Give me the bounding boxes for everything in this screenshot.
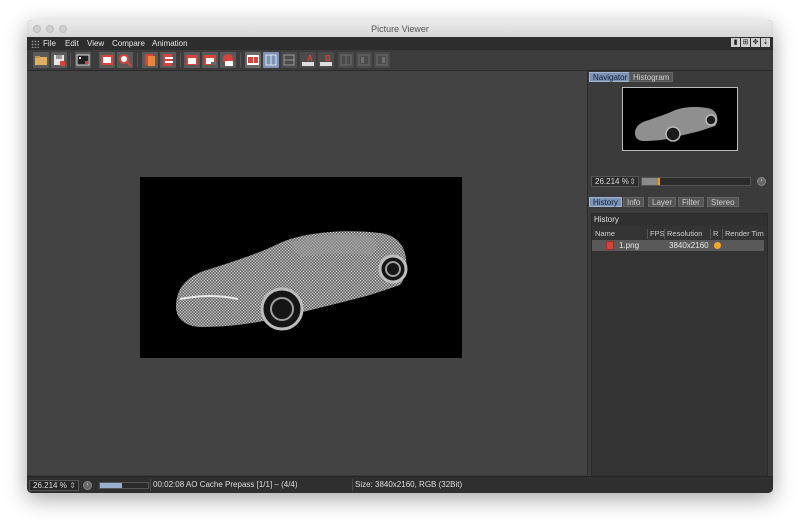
column-r[interactable]: R (713, 229, 718, 239)
history-header: History (592, 214, 767, 225)
render-status-dot (714, 242, 721, 249)
render-progress-fill (100, 483, 122, 488)
svg-text:B: B (325, 54, 331, 63)
window-title: Picture Viewer (371, 24, 429, 34)
a-b-compare-icon[interactable] (263, 52, 279, 68)
right-panel: Navigator Histogram 26.214 % ⇕ › History… (588, 71, 773, 493)
layer-stack-icon[interactable] (142, 52, 158, 68)
zoom-slider-knob[interactable] (658, 178, 661, 185)
navigator-zoom-field[interactable]: 26.214 % ⇕ (591, 176, 639, 187)
toolbar-separator (240, 53, 241, 67)
move-panel-icon[interactable]: ✥ (751, 38, 760, 47)
column-divider (710, 229, 711, 239)
toolbar-separator (180, 53, 181, 67)
render-progress-bar (99, 482, 149, 489)
tab-filter[interactable]: Filter (678, 197, 704, 207)
stepper-arrows-icon[interactable]: ⇕ (69, 481, 76, 490)
tab-stereo[interactable]: Stereo (707, 197, 739, 207)
car-wireframe-render (176, 231, 408, 331)
menu-animation[interactable]: Animation (152, 39, 188, 48)
image-size-info: Size: 3840x2160, RGB (32Bit) (355, 480, 463, 489)
column-divider (722, 229, 723, 239)
toolbar-separator (70, 53, 71, 67)
menu-bar: File Edit View Compare Animation ▮ ⊞ ✥ ⇣ (27, 37, 773, 50)
column-fps[interactable]: FPS (650, 229, 665, 239)
maximize-panel-icon[interactable]: ⊞ (741, 38, 750, 47)
dock-panel-icon[interactable]: ⇣ (761, 38, 770, 47)
column-name[interactable]: Name (595, 229, 615, 239)
image-viewport[interactable] (27, 71, 587, 475)
title-bar: Picture Viewer (27, 20, 773, 38)
status-message: 00:02:08 AO Cache Prepass [1/1] – (4/4) (153, 480, 298, 489)
history-row-name: 1.png (619, 241, 640, 250)
column-divider (647, 229, 648, 239)
compare-off-1-icon[interactable] (338, 52, 354, 68)
layout-controls: ▮ ⊞ ✥ ⇣ (731, 38, 770, 47)
rendered-image[interactable] (140, 177, 462, 358)
menu-edit[interactable]: Edit (65, 39, 79, 48)
snapshot-alt-icon[interactable] (202, 52, 218, 68)
status-separator (352, 479, 353, 491)
status-bar: 26.214 % ⇕ › 00:02:08 AO Cache Prepass [… (27, 476, 773, 493)
compare-off-2-icon[interactable] (356, 52, 372, 68)
toolbar: A B (27, 50, 773, 71)
layer-copy-icon[interactable] (160, 52, 176, 68)
image-file-icon (606, 241, 614, 250)
snapshot-list-icon[interactable] (220, 52, 236, 68)
tab-info[interactable]: Info (623, 197, 645, 207)
history-row[interactable]: 1.png 3840x2160 (592, 240, 764, 251)
snapshot-icon[interactable] (184, 52, 200, 68)
status-zoom-value: 26.214 % (33, 481, 67, 490)
navigator-car-preview (635, 107, 718, 142)
tab-histogram[interactable]: Histogram (629, 72, 674, 82)
column-resolution[interactable]: Resolution (667, 229, 702, 239)
history-row-resolution: 3840x2160 (669, 241, 709, 250)
zoom-icon[interactable] (117, 52, 133, 68)
open-folder-icon[interactable] (33, 52, 49, 68)
film-strip-icon[interactable] (75, 52, 91, 68)
stepper-arrows-icon[interactable]: ⇕ (629, 177, 636, 186)
status-zoom-field[interactable]: 26.214 % ⇕ (29, 480, 79, 491)
save-icon[interactable] (51, 52, 67, 68)
zoom-slider-fill (642, 178, 660, 185)
toolbar-separator (137, 53, 138, 67)
compare-off-3-icon[interactable] (374, 52, 390, 68)
ab-compare-icon[interactable] (245, 52, 261, 68)
menu-view[interactable]: View (87, 39, 104, 48)
tab-navigator[interactable]: Navigator (589, 72, 632, 82)
menu-compare[interactable]: Compare (112, 39, 145, 48)
svg-text:A: A (307, 54, 313, 63)
set-b-icon[interactable]: B (318, 52, 334, 68)
zoom-menu-icon[interactable]: › (83, 481, 92, 490)
menu-file[interactable]: File (43, 39, 56, 48)
column-divider (664, 229, 665, 239)
status-separator (150, 479, 151, 491)
navigator-thumbnail[interactable] (622, 87, 738, 151)
set-a-icon[interactable]: A (300, 52, 316, 68)
history-panel: History Name FPS Resolution R Render Tim… (591, 213, 768, 493)
column-render-time[interactable]: Render Tim (725, 229, 764, 239)
render-region-icon[interactable] (99, 52, 115, 68)
menu-grip-icon[interactable] (31, 40, 39, 48)
navigator-zoom-slider[interactable] (641, 177, 751, 186)
navigator-zoom-value: 26.214 % (595, 177, 629, 186)
picture-viewer-window: Picture Viewer File Edit View Compare An… (27, 20, 773, 493)
tab-history[interactable]: History (589, 197, 622, 207)
panel-toggle-icon[interactable]: ▮ (731, 38, 740, 47)
swap-icon[interactable] (281, 52, 297, 68)
zoom-options-icon[interactable]: › (757, 177, 766, 186)
tab-layer[interactable]: Layer (648, 197, 677, 207)
